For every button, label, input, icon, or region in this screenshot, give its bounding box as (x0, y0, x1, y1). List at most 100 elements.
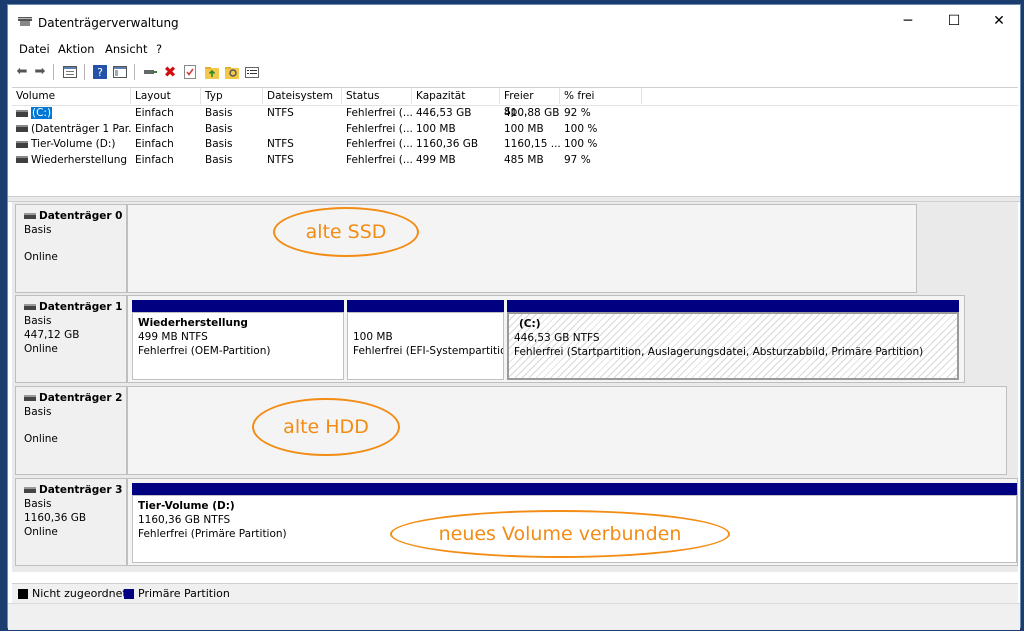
help-icon[interactable]: ? (92, 64, 108, 80)
volume-row[interactable]: Wiederherstellung Einfach Basis NTFS Feh… (12, 153, 1018, 169)
partition-title: (C:) (519, 318, 541, 330)
volume-free-space: 1160,15 ... (504, 138, 560, 150)
column-header-status[interactable]: Status (342, 88, 412, 104)
folder-search-icon[interactable] (224, 64, 240, 80)
connect-icon[interactable] (142, 64, 158, 80)
forward-icon[interactable]: ➡ (32, 64, 48, 80)
volume-type: Basis (205, 107, 233, 119)
disk-3-label[interactable]: Datenträger 3 Basis 1160,36 GB Online (15, 478, 127, 566)
volume-name: Tier-Volume (D:) (31, 138, 116, 150)
column-header-kapazitaet[interactable]: Kapazität (412, 88, 500, 104)
volume-status: Fehlerfrei (... (346, 138, 412, 150)
disk-graphical-view: Datenträger 0 Basis Online alte SSD Date… (12, 202, 1018, 572)
volume-filesystem: NTFS (267, 107, 294, 119)
disk-1-label[interactable]: Datenträger 1 Basis 447,12 GB Online (15, 295, 127, 383)
column-header-typ[interactable]: Typ (201, 88, 263, 104)
annotation-new-volume: neues Volume verbunden (390, 510, 730, 558)
maximize-button[interactable]: ☐ (931, 5, 977, 37)
disk-1-name: Datenträger 1 (24, 300, 126, 314)
disk-management-app-icon (18, 17, 32, 26)
legend-swatch-primary (124, 589, 134, 599)
back-icon[interactable]: ⬅ (14, 64, 30, 80)
volume-layout: Einfach (135, 153, 174, 166)
disk-0-name: Datenträger 0 (24, 209, 126, 223)
volume-name: Wiederherstellung (31, 153, 128, 166)
volume-filesystem (263, 122, 342, 137)
disk-3-type: Basis (24, 498, 52, 510)
volume-percent-free: 97 % (564, 153, 591, 166)
disk-0-area[interactable] (127, 204, 917, 293)
volume-layout: Einfach (135, 138, 174, 150)
window-title: Datenträgerverwaltung (38, 16, 179, 30)
disk-3-name: Datenträger 3 (24, 483, 126, 497)
disk-1-size: 447,12 GB (24, 329, 80, 341)
console-tree-icon[interactable] (112, 64, 128, 80)
volume-percent-free: 100 % (564, 138, 598, 150)
disk-0-state: Online (24, 251, 58, 263)
volume-icon (16, 156, 28, 163)
disk-2-type: Basis (24, 406, 52, 418)
disk-1-state: Online (24, 343, 58, 355)
volume-row[interactable]: (C:) Einfach Basis NTFS Fehlerfrei (... … (12, 106, 1018, 122)
volume-layout: Einfach (135, 122, 174, 135)
disk-0-type: Basis (24, 224, 52, 236)
partition-size: 499 MB NTFS (138, 331, 208, 343)
disk-1-type: Basis (24, 315, 52, 327)
volume-row[interactable]: Tier-Volume (D:) Einfach Basis NTFS Fehl… (12, 137, 1018, 153)
disk-2-label[interactable]: Datenträger 2 Basis Online (15, 386, 127, 475)
primary-partition-bar (507, 300, 959, 312)
menu-ansicht[interactable]: Ansicht (105, 42, 147, 56)
legend-swatch-unallocated (18, 589, 28, 599)
volume-row[interactable]: (Datenträger 1 Par... Einfach Basis Fehl… (12, 122, 1018, 138)
disk-0-label[interactable]: Datenträger 0 Basis Online (15, 204, 127, 293)
volume-icon (16, 125, 28, 132)
column-header-layout[interactable]: Layout (131, 88, 201, 104)
volume-percent-free: 92 % (564, 107, 591, 119)
disk-1-area: Wiederherstellung 499 MB NTFS Fehlerfrei… (127, 295, 965, 383)
partition-size: 100 MB (353, 331, 393, 343)
volume-list: Volume Layout Typ Dateisystem Status Kap… (12, 87, 1018, 195)
volume-filesystem: NTFS (267, 153, 294, 166)
check-icon[interactable] (182, 64, 198, 80)
column-header-dateisystem[interactable]: Dateisystem (263, 88, 342, 104)
volume-type: Basis (205, 138, 233, 150)
legend-label-primary: Primäre Partition (138, 587, 230, 600)
primary-partition-bar (132, 483, 1017, 495)
title-bar: Datenträgerverwaltung ─ ☐ ✕ (8, 5, 1020, 37)
delete-icon[interactable]: ✖ (162, 64, 178, 80)
volume-layout: Einfach (135, 107, 174, 119)
volume-percent-free: 100 % (564, 122, 598, 135)
volume-type: Basis (205, 153, 233, 166)
properties-icon[interactable] (62, 64, 78, 80)
disk-2-name: Datenträger 2 (24, 391, 126, 405)
close-button[interactable]: ✕ (976, 5, 1022, 37)
partition-title (353, 316, 498, 330)
disk-management-window: Datenträgerverwaltung ─ ☐ ✕ Datei Aktion… (7, 4, 1021, 630)
minimize-button[interactable]: ─ (885, 5, 931, 37)
column-header-freier-speicher[interactable]: Freier Sp... (500, 88, 560, 118)
partition-wiederherstellung[interactable]: Wiederherstellung 499 MB NTFS Fehlerfrei… (132, 300, 344, 380)
folder-up-icon[interactable] (204, 64, 220, 80)
volume-capacity: 499 MB (416, 153, 456, 166)
partition-status: Fehlerfrei (EFI-Systempartition (353, 345, 504, 357)
volume-icon (16, 140, 28, 148)
volume-status: Fehlerfrei (... (346, 107, 412, 119)
list-icon[interactable] (244, 64, 260, 80)
primary-partition-bar (132, 300, 344, 312)
legend-label-unallocated: Nicht zugeordnet (32, 587, 127, 600)
annotation-ssd: alte SSD (273, 207, 419, 257)
volume-status: Fehlerfrei (... (346, 122, 412, 135)
disk-2-state: Online (24, 433, 58, 445)
menu-help[interactable]: ? (156, 42, 162, 56)
volume-list-header: Volume Layout Typ Dateisystem Status Kap… (12, 88, 1018, 118)
partition-c[interactable]: (C:) 446,53 GB NTFS Fehlerfrei (Startpar… (507, 300, 959, 380)
partition-title: Wiederherstellung (138, 317, 248, 329)
menu-aktion[interactable]: Aktion (58, 42, 95, 56)
partition-efi[interactable]: 100 MB Fehlerfrei (EFI-Systempartition (347, 300, 504, 380)
svg-text:?: ? (97, 66, 103, 79)
column-header-volume[interactable]: Volume (12, 88, 131, 104)
disk-3-size: 1160,36 GB (24, 512, 87, 524)
menu-datei[interactable]: Datei (19, 42, 50, 56)
column-header-prozent-frei[interactable]: % frei (560, 88, 642, 104)
volume-capacity: 100 MB (416, 122, 456, 135)
